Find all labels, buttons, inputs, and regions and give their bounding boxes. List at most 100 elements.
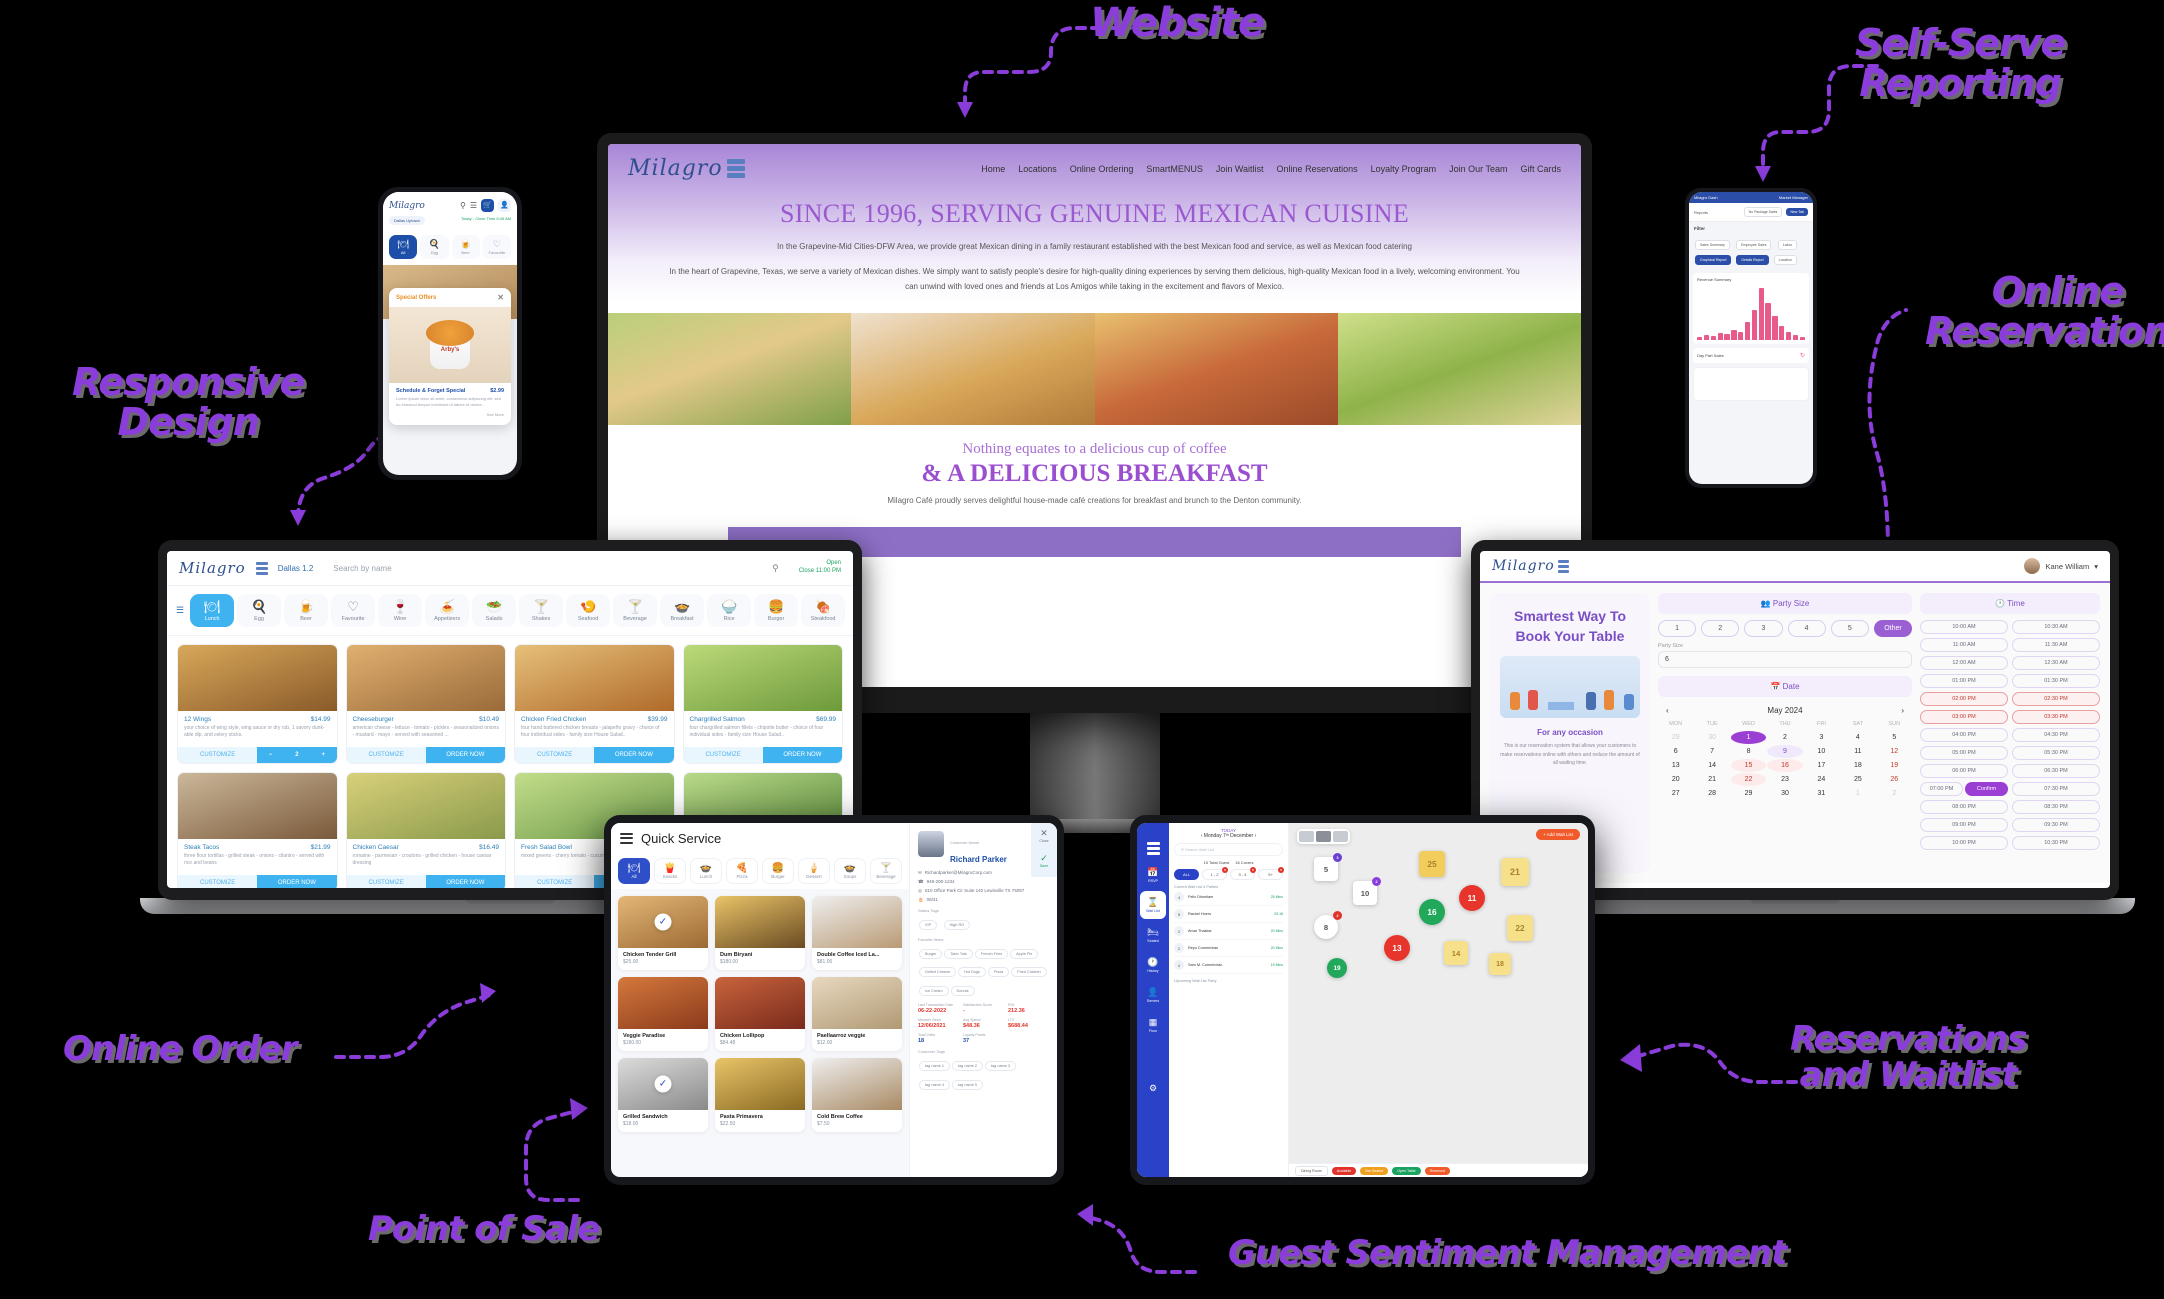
floor-table[interactable]: 16 bbox=[1419, 899, 1445, 925]
calendar-day[interactable]: 29 bbox=[1731, 787, 1766, 800]
time-slot[interactable]: 07:30 PM bbox=[2012, 782, 2100, 796]
item-actions[interactable]: CUSTOMIZEORDER NOW bbox=[346, 875, 505, 888]
chevron-down-icon[interactable]: ▾ bbox=[2094, 562, 2098, 571]
order-card[interactable]: Chicken Fried Chicken $39.99 four hand ba… bbox=[514, 644, 675, 764]
calendar-day[interactable]: 24 bbox=[1804, 773, 1839, 786]
order-category-rice[interactable]: 🍚 Rice bbox=[707, 594, 752, 627]
time-slot[interactable]: 10:30 PM bbox=[2012, 836, 2100, 850]
mobile-category-all[interactable]: 🍽 All bbox=[389, 235, 418, 259]
save-action[interactable]: ✓ Save bbox=[1031, 848, 1057, 873]
sidebar-item-history[interactable]: 🕐 History bbox=[1140, 951, 1166, 979]
pos-category-snacks[interactable]: 🍟 Snacks bbox=[654, 858, 686, 884]
day-part-sales-row[interactable]: Day Part Sales ↻ bbox=[1693, 348, 1809, 363]
floor-view-select[interactable]: Dining Room bbox=[1295, 1165, 1328, 1176]
calendar-day[interactable]: 31 bbox=[1804, 787, 1839, 800]
order-now-button[interactable]: ORDER NOW bbox=[762, 747, 842, 763]
time-slot[interactable]: 04:00 PM bbox=[1920, 728, 2008, 742]
status-tag-vip[interactable]: VIP bbox=[919, 920, 938, 930]
sidebar-item-servers[interactable]: 👤 Servers bbox=[1140, 981, 1166, 1009]
nav-online-ordering[interactable]: Online Ordering bbox=[1070, 164, 1134, 174]
mobile-search-icon[interactable]: ⚲ bbox=[460, 201, 466, 210]
pos-category-burger[interactable]: 🍔 Burger bbox=[762, 858, 794, 884]
mobile-category-row[interactable]: 🍽 All 🍳 Egg 🍺 Beer ♡ Favourite bbox=[383, 229, 517, 265]
customize-button[interactable]: CUSTOMIZE bbox=[346, 747, 426, 763]
waitlist-row[interactable]: 2 Reyu Commiviran 20 Mins bbox=[1174, 940, 1283, 957]
mobile-hours-chip[interactable]: Today - Close Time 9:45 AM bbox=[461, 216, 511, 225]
order-location[interactable]: Dallas 1.2 bbox=[278, 564, 314, 573]
prev-day-button[interactable]: ‹ bbox=[1201, 833, 1203, 839]
refresh-icon[interactable]: ↻ bbox=[1800, 352, 1805, 359]
increment-button[interactable]: + bbox=[321, 752, 325, 758]
category-list-icon[interactable]: ☰ bbox=[173, 605, 187, 616]
party-size-4[interactable]: 4 bbox=[1787, 620, 1826, 637]
order-category-beverage[interactable]: 🍸 Beverage bbox=[613, 594, 658, 627]
calendar-day[interactable]: 13 bbox=[1658, 759, 1693, 772]
close-action[interactable]: ✕ Close bbox=[1031, 823, 1057, 848]
time-slot[interactable]: 01:00 PM bbox=[1920, 674, 2008, 688]
reporting-report-type[interactable]: No Package Sales bbox=[1743, 207, 1783, 217]
floor-table[interactable]: 82 bbox=[1314, 911, 1342, 939]
order-category-egg[interactable]: 🍳 Egg bbox=[237, 594, 282, 627]
order-search-bar[interactable]: Search by name ⚲ bbox=[323, 563, 788, 574]
time-slot[interactable]: 02:30 PM bbox=[2012, 692, 2100, 706]
pos-item-card[interactable]: Veggie Paradise $180.00 bbox=[618, 977, 708, 1051]
filter-sales-summary[interactable]: Sales Summary bbox=[1695, 240, 1730, 250]
customer-tag[interactable]: tag name 1 bbox=[919, 1061, 950, 1071]
pos-item-card[interactable]: Pasta Primavera $22.50 bbox=[715, 1058, 805, 1132]
mobile-brand-logo[interactable]: Milagro bbox=[389, 201, 425, 211]
time-slot[interactable]: 05:00 PM bbox=[1920, 746, 2008, 760]
customer-tags[interactable]: tag name 1 tag name 2 tag name 3 tag name 4… bbox=[918, 1054, 1049, 1091]
floor-table[interactable]: 53 bbox=[1314, 853, 1342, 881]
time-slot[interactable]: 03:00 PM bbox=[1920, 710, 2008, 724]
pos-item-card[interactable]: Chicken Lollipop $84.48 bbox=[715, 977, 805, 1051]
nav-smartmenus[interactable]: SmartMENUS bbox=[1146, 164, 1203, 174]
order-category-salads[interactable]: 🥗 Salads bbox=[472, 594, 517, 627]
floor-table[interactable]: 10 2 bbox=[1353, 877, 1381, 905]
customize-button[interactable]: CUSTOMIZE bbox=[178, 747, 258, 763]
calendar-day[interactable]: 12 bbox=[1877, 745, 1912, 758]
time-slot[interactable]: 08:30 PM bbox=[2012, 800, 2100, 814]
item-actions[interactable]: CUSTOMIZEORDER NOW bbox=[515, 747, 674, 763]
mobile-category-egg[interactable]: 🍳 Egg bbox=[420, 235, 449, 259]
order-category-favourite[interactable]: ♡ Favourite bbox=[331, 594, 376, 627]
order-category-beer[interactable]: 🍺 Beer bbox=[284, 594, 329, 627]
time-slot[interactable]: 12:00 AM bbox=[1920, 656, 2008, 670]
calendar-day[interactable]: 2 bbox=[1767, 731, 1802, 744]
reporting-new-tab[interactable]: New Tab bbox=[1786, 208, 1808, 216]
pos-category-row[interactable]: 🍽 All 🍟 Snacks 🍲 Lunch 🍕 Pizza 🍔 Burger 🍦 Dess… bbox=[611, 853, 909, 889]
party-size-1[interactable]: 1 bbox=[1658, 620, 1697, 637]
order-brand-logo[interactable]: Milagro bbox=[179, 559, 246, 577]
waitlist-row[interactable]: 4 Sam M. Commiviran 15 Mins bbox=[1174, 957, 1283, 974]
pos-category-lunch[interactable]: 🍲 Lunch bbox=[690, 858, 722, 884]
time-slot[interactable]: 10:00 PM bbox=[1920, 836, 2008, 850]
item-actions[interactable]: CUSTOMIZEORDER NOW bbox=[178, 875, 337, 888]
confirm-button[interactable]: Confirm bbox=[1965, 782, 2008, 796]
calendar-day[interactable]: 17 bbox=[1804, 759, 1839, 772]
nav-join-our-team[interactable]: Join Our Team bbox=[1449, 164, 1507, 174]
filter-all[interactable]: ALL bbox=[1174, 869, 1199, 880]
website-logo[interactable]: Milagro bbox=[628, 156, 745, 181]
calendar-day[interactable]: 21 bbox=[1694, 773, 1729, 786]
party-size-3[interactable]: 3 bbox=[1744, 620, 1783, 637]
time-slot[interactable]: 08:00 PM bbox=[1920, 800, 2008, 814]
close-icon[interactable]: ✕ bbox=[497, 293, 504, 302]
favorite-item-tag[interactable]: Burger bbox=[919, 948, 943, 959]
calendar-day[interactable]: 1 bbox=[1840, 787, 1875, 800]
nav-online-reservations[interactable]: Online Reservations bbox=[1277, 164, 1358, 174]
prev-month-button[interactable]: ‹ bbox=[1666, 706, 1669, 715]
calendar-day[interactable]: 29 bbox=[1658, 731, 1693, 744]
time-slot[interactable]: 05:30 PM bbox=[2012, 746, 2100, 760]
calendar-day[interactable]: 20 bbox=[1658, 773, 1693, 786]
party-size-5[interactable]: 5 bbox=[1830, 620, 1869, 637]
pos-item-card[interactable]: Dum Biryani $180.00 bbox=[715, 896, 805, 970]
party-size-2[interactable]: 2 bbox=[1701, 620, 1740, 637]
calendar-day[interactable]: 25 bbox=[1840, 773, 1875, 786]
mobile-category-beer[interactable]: 🍺 Beer bbox=[451, 235, 480, 259]
floor-table[interactable]: 25 bbox=[1419, 851, 1445, 877]
nav-locations[interactable]: Locations bbox=[1018, 164, 1057, 174]
pos-item-card[interactable]: ✓ Chicken Tender Grill $25.00 bbox=[618, 896, 708, 970]
favorite-item-tag[interactable]: Ice Cream bbox=[919, 985, 949, 996]
floor-tables[interactable]: 5 3 10 2 8 2 25 21 11 16 22 13 14 19 18 bbox=[1289, 823, 1588, 1177]
decrement-button[interactable]: − bbox=[269, 752, 273, 758]
reservation-calendar[interactable]: ‹ May 2024 › MON TUE WED THU FRI SAT SUN 29 30 1 2… bbox=[1658, 703, 1912, 800]
